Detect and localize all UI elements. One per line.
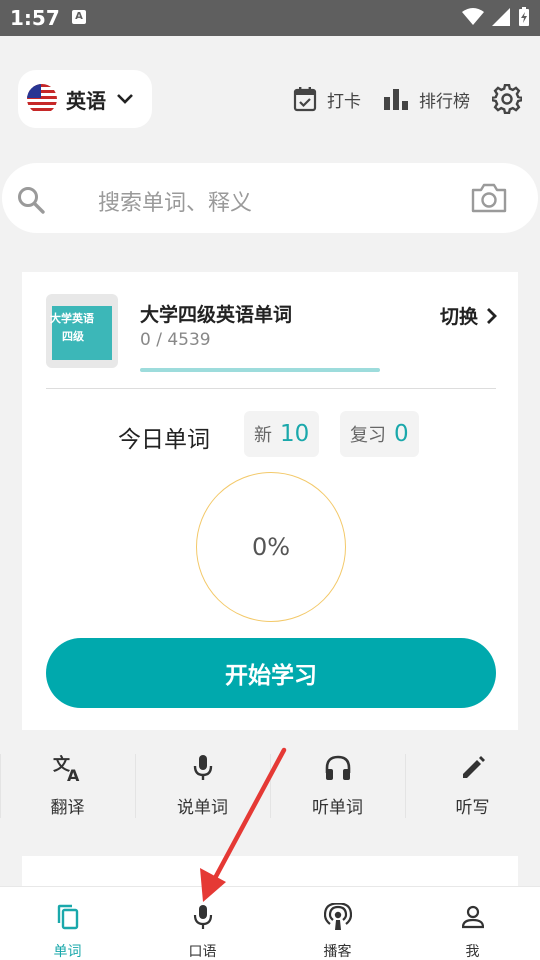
nav-me[interactable]: 我: [405, 887, 540, 960]
today-words-label: 今日单词: [118, 427, 210, 453]
new-words-chip[interactable]: 新 10: [244, 411, 320, 457]
bottom-nav: 单词 口语 播客 我: [0, 886, 540, 960]
nav-words[interactable]: 单词: [0, 887, 135, 960]
switch-book-button[interactable]: 切换: [440, 302, 498, 329]
book-cover[interactable]: 大学英语 四级: [46, 294, 118, 368]
tool-translate[interactable]: 文 A 翻译: [0, 752, 135, 819]
new-count: 10: [280, 421, 310, 447]
divider: [46, 388, 496, 389]
notification-icon: A: [72, 10, 86, 24]
signal-icon: [492, 8, 510, 26]
progress-ring: 0%: [196, 472, 346, 622]
svg-text:A: A: [67, 766, 80, 782]
ranking-label: 排行榜: [419, 91, 470, 112]
study-card: 大学英语 四级 大学四级英语单词 0 / 4539 切换 今日单词 新 10 复…: [22, 272, 518, 730]
chevron-right-icon: [487, 307, 497, 324]
nav-label: 口语: [188, 944, 217, 960]
microphone-icon: [193, 754, 212, 780]
calendar-check-icon: [293, 87, 317, 112]
nav-label: 单词: [53, 944, 82, 960]
podcast-icon: [323, 903, 352, 930]
pencil-icon: [462, 755, 485, 778]
settings-button[interactable]: [492, 84, 522, 114]
switch-label: 切换: [439, 306, 478, 328]
new-label: 新: [254, 425, 272, 446]
camera-icon[interactable]: [470, 183, 508, 213]
book-progress-bar: [140, 368, 380, 372]
language-selector[interactable]: 英语: [18, 70, 152, 128]
top-actions: 打卡 排行榜: [271, 84, 522, 114]
tool-label: 翻译: [50, 798, 85, 818]
translate-icon: 文 A: [53, 754, 80, 782]
chevron-down-icon: [117, 94, 133, 104]
gear-icon: [492, 84, 522, 114]
tool-dictation[interactable]: 听写: [405, 752, 540, 818]
search-bar[interactable]: 搜索单词、释义: [2, 163, 538, 233]
progress-percent: 0%: [251, 533, 291, 561]
search-input[interactable]: 搜索单词、释义: [98, 185, 252, 217]
tool-label: 听写: [455, 798, 490, 818]
status-icons: [462, 7, 530, 27]
nav-speaking[interactable]: 口语: [135, 887, 270, 960]
start-learning-label: 开始学习: [225, 663, 317, 689]
checkin-label: 打卡: [327, 91, 361, 112]
bar-chart-icon: [384, 89, 408, 110]
battery-icon: [519, 7, 529, 26]
headphones-icon: [325, 755, 350, 780]
review-words-chip[interactable]: 复习 0: [340, 411, 419, 457]
person-icon: [461, 905, 484, 929]
status-bar: 1:57 A: [0, 0, 540, 36]
tool-label: 听单词: [312, 798, 363, 818]
tool-listen-words[interactable]: 听单词: [270, 752, 405, 818]
copy-icon: [57, 904, 78, 930]
book-title: 大学四级英语单词: [140, 304, 293, 326]
search-icon: [18, 187, 45, 214]
language-label: 英语: [66, 88, 106, 113]
nav-label: 我: [465, 944, 480, 960]
book-progress: 0 / 4539: [140, 330, 211, 350]
nav-label: 播客: [323, 944, 352, 960]
book-cover-line2: 四级: [62, 330, 84, 343]
wifi-icon: [462, 8, 484, 25]
start-learning-button[interactable]: 开始学习: [46, 638, 496, 708]
ranking-button[interactable]: 排行榜: [383, 87, 470, 112]
tool-speak-words[interactable]: 说单词: [135, 752, 270, 818]
book-cover-line1: 大学英语: [50, 312, 94, 325]
tool-label: 说单词: [177, 798, 228, 818]
microphone-icon: [193, 905, 212, 929]
tools-row: 文 A 翻译 说单词 听单词 听写: [0, 752, 540, 818]
status-time: 1:57: [10, 6, 60, 30]
review-count: 0: [394, 421, 409, 447]
nav-podcast[interactable]: 播客: [270, 887, 405, 960]
checkin-button[interactable]: 打卡: [293, 86, 361, 112]
us-flag-icon: [27, 84, 57, 114]
review-label: 复习: [350, 425, 386, 446]
